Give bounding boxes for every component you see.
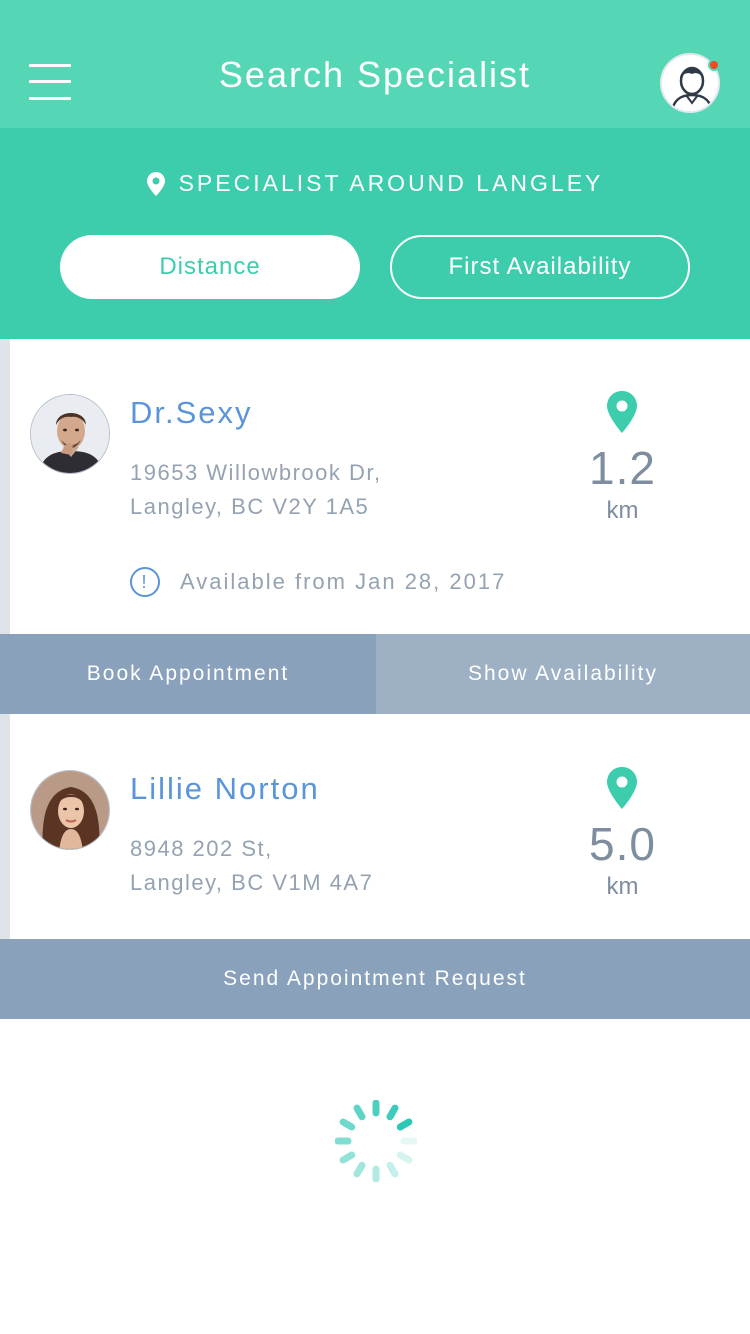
card-accent-bar [0, 339, 10, 634]
notification-dot [708, 59, 720, 71]
spinner-tick [353, 1104, 366, 1121]
availability-text: Available from Jan 28, 2017 [180, 569, 507, 594]
book-appointment-button[interactable]: Book Appointment [0, 634, 376, 714]
nav-bar: Search Specialist [0, 0, 750, 128]
specialist-address-line1: 19653 Willowbrook Dr, [130, 460, 382, 485]
distance-value: 5.0 [589, 818, 656, 870]
sort-distance-button[interactable]: Distance [60, 235, 360, 299]
map-pin-icon [607, 391, 637, 433]
location-text: SPECIALIST AROUND LANGLEY [178, 170, 604, 196]
specialist-address-line2: Langley, BC V1M 4A7 [130, 870, 374, 895]
specialist-avatar [30, 770, 110, 850]
spinner-tick [339, 1118, 356, 1131]
availability-note: ! Available from Jan 28, 2017 [130, 567, 506, 597]
distance-unit: km [606, 873, 639, 900]
specialist-name[interactable]: Dr.Sexy [130, 395, 253, 431]
map-pin-icon [607, 767, 637, 809]
specialist-name[interactable]: Lillie Norton [130, 771, 320, 807]
distance-unit: km [606, 497, 639, 524]
info-circle-icon: ! [130, 567, 160, 597]
spinner-tick [386, 1104, 399, 1121]
spinner-tick [396, 1118, 413, 1131]
spinner-tick [396, 1151, 413, 1164]
sort-first-availability-button[interactable]: First Availability [390, 235, 690, 299]
specialist-card[interactable]: Dr.Sexy 19653 Willowbrook Dr, Langley, B… [0, 339, 750, 634]
search-header: SPECIALIST AROUND LANGLEY Distance First… [0, 128, 750, 339]
specialist-card[interactable]: Lillie Norton 8948 202 St, Langley, BC V… [0, 714, 750, 939]
specialist-address-line1: 8948 202 St, [130, 836, 273, 861]
distance-value: 1.2 [589, 442, 656, 494]
card-accent-bar [0, 714, 10, 939]
loading-spinner-icon [334, 1099, 418, 1183]
spinner-tick [386, 1161, 399, 1178]
send-appointment-request-button[interactable]: Send Appointment Request [0, 939, 750, 1019]
page-title: Search Specialist [218, 54, 532, 95]
specialist-avatar [30, 394, 110, 474]
specialist-address-line2: Langley, BC V2Y 1A5 [130, 494, 370, 519]
map-pin-icon [146, 171, 165, 196]
spinner-tick [339, 1151, 356, 1164]
location-label: SPECIALIST AROUND LANGLEY [0, 170, 750, 197]
spinner-tick [353, 1161, 366, 1178]
show-availability-button[interactable]: Show Availability [376, 634, 750, 714]
